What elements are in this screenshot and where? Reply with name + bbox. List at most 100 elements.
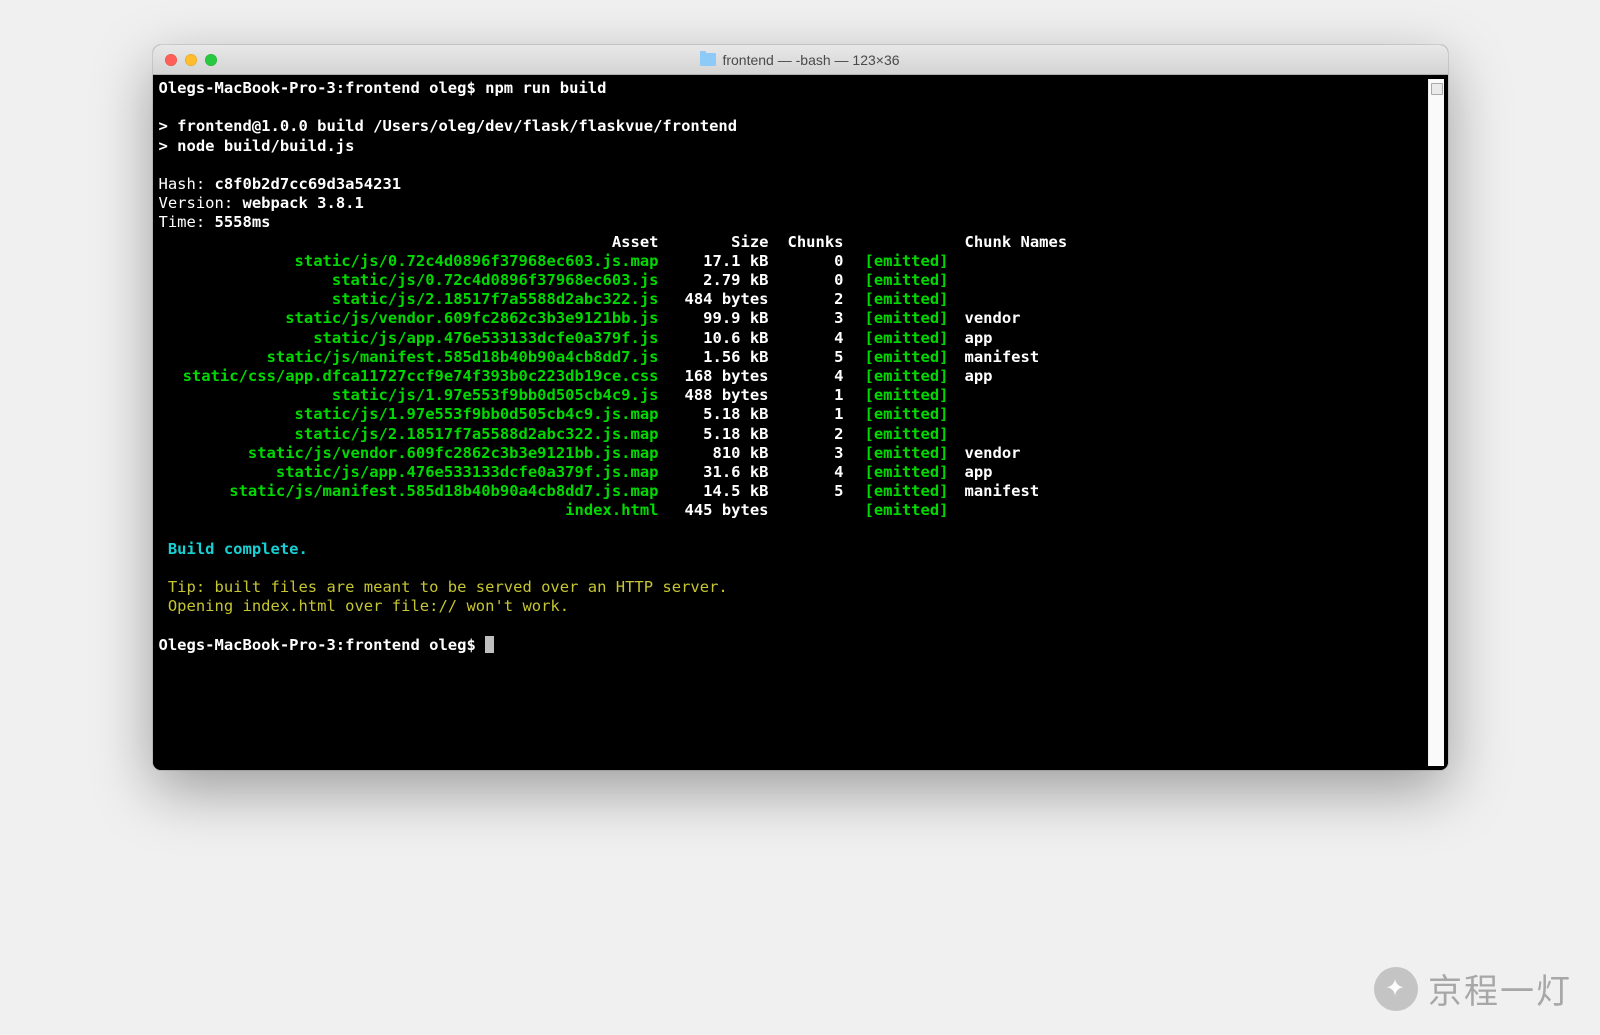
size-cell: 31.6 kB bbox=[659, 463, 769, 482]
emitted-cell: [emitted] bbox=[844, 501, 949, 520]
asset-cell: static/js/manifest.585d18b40b90a4cb8dd7.… bbox=[159, 348, 659, 367]
size-cell: 10.6 kB bbox=[659, 329, 769, 348]
watermark: ✦ 京程一灯 bbox=[1374, 964, 1572, 1013]
emitted-cell: [emitted] bbox=[844, 290, 949, 309]
version-value: webpack 3.8.1 bbox=[243, 194, 364, 212]
asset-row: static/js/0.72c4d0896f37968ec603.js2.79 … bbox=[159, 271, 1428, 290]
size-cell: 17.1 kB bbox=[659, 252, 769, 271]
tip-line: Opening index.html over file:// won't wo… bbox=[159, 597, 570, 615]
chunks-cell: 3 bbox=[769, 444, 844, 463]
terminal-body[interactable]: Olegs-MacBook-Pro-3:frontend oleg$ npm r… bbox=[153, 75, 1448, 770]
header-chunk-names: Chunk Names bbox=[949, 233, 1068, 252]
chunk-names-cell: vendor bbox=[949, 444, 1021, 463]
size-cell: 5.18 kB bbox=[659, 405, 769, 424]
asset-cell: static/js/app.476e533133dcfe0a379f.js.ma… bbox=[159, 463, 659, 482]
size-cell: 488 bytes bbox=[659, 386, 769, 405]
size-cell: 2.79 kB bbox=[659, 271, 769, 290]
asset-row: static/css/app.dfca11727ccf9e74f393b0c22… bbox=[159, 367, 1428, 386]
shell-prompt: Olegs-MacBook-Pro-3:frontend oleg$ bbox=[159, 636, 486, 654]
build-complete-msg: Build complete. bbox=[159, 540, 308, 558]
emitted-cell: [emitted] bbox=[844, 482, 949, 501]
chunk-names-cell: manifest bbox=[949, 482, 1040, 501]
cursor-icon bbox=[485, 636, 494, 653]
chunks-cell: 5 bbox=[769, 348, 844, 367]
asset-cell: static/js/1.97e553f9bb0d505cb4c9.js bbox=[159, 386, 659, 405]
terminal-window: frontend — -bash — 123×36 Olegs-MacBook-… bbox=[153, 45, 1448, 770]
chunk-names-cell: manifest bbox=[949, 348, 1040, 367]
npm-output-line: > frontend@1.0.0 build /Users/oleg/dev/f… bbox=[159, 117, 738, 135]
asset-row: index.html445 bytes [emitted] bbox=[159, 501, 1428, 520]
asset-row: static/js/0.72c4d0896f37968ec603.js.map1… bbox=[159, 252, 1428, 271]
chunk-names-cell: app bbox=[949, 329, 993, 348]
watermark-text: 京程一灯 bbox=[1428, 964, 1572, 1013]
window-title-text: frontend — -bash — 123×36 bbox=[722, 52, 899, 68]
scrollbar[interactable] bbox=[1428, 79, 1444, 766]
chunks-cell: 1 bbox=[769, 405, 844, 424]
terminal-content[interactable]: Olegs-MacBook-Pro-3:frontend oleg$ npm r… bbox=[159, 79, 1428, 766]
chunk-names-cell: app bbox=[949, 367, 993, 386]
time-value: 5558ms bbox=[215, 213, 271, 231]
header-chunks: Chunks bbox=[769, 233, 844, 252]
asset-table: static/js/0.72c4d0896f37968ec603.js.map1… bbox=[159, 252, 1428, 521]
folder-icon bbox=[700, 53, 716, 66]
asset-cell: static/js/0.72c4d0896f37968ec603.js.map bbox=[159, 252, 659, 271]
asset-row: static/js/vendor.609fc2862c3b3e9121bb.js… bbox=[159, 444, 1428, 463]
size-cell: 1.56 kB bbox=[659, 348, 769, 367]
emitted-cell: [emitted] bbox=[844, 309, 949, 328]
size-cell: 484 bytes bbox=[659, 290, 769, 309]
asset-cell: static/js/vendor.609fc2862c3b3e9121bb.js bbox=[159, 309, 659, 328]
chunk-names-cell: app bbox=[949, 463, 993, 482]
asset-cell: static/js/manifest.585d18b40b90a4cb8dd7.… bbox=[159, 482, 659, 501]
asset-cell: index.html bbox=[159, 501, 659, 520]
zoom-button[interactable] bbox=[205, 54, 217, 66]
size-cell: 445 bytes bbox=[659, 501, 769, 520]
emitted-cell: [emitted] bbox=[844, 367, 949, 386]
emitted-cell: [emitted] bbox=[844, 425, 949, 444]
asset-row: static/js/1.97e553f9bb0d505cb4c9.js.map5… bbox=[159, 405, 1428, 424]
asset-cell: static/css/app.dfca11727ccf9e74f393b0c22… bbox=[159, 367, 659, 386]
chunk-names-cell: vendor bbox=[949, 309, 1021, 328]
asset-row: static/js/2.18517f7a5588d2abc322.js484 b… bbox=[159, 290, 1428, 309]
header-asset: Asset bbox=[159, 233, 659, 252]
chunks-cell: 5 bbox=[769, 482, 844, 501]
emitted-cell: [emitted] bbox=[844, 386, 949, 405]
asset-row: static/js/manifest.585d18b40b90a4cb8dd7.… bbox=[159, 482, 1428, 501]
size-cell: 810 kB bbox=[659, 444, 769, 463]
chunks-cell: 3 bbox=[769, 309, 844, 328]
command-entered: npm run build bbox=[485, 79, 606, 97]
chunks-cell: 4 bbox=[769, 463, 844, 482]
emitted-cell: [emitted] bbox=[844, 271, 949, 290]
version-label: Version: bbox=[159, 194, 243, 212]
asset-cell: static/js/0.72c4d0896f37968ec603.js bbox=[159, 271, 659, 290]
header-size: Size bbox=[659, 233, 769, 252]
traffic-lights bbox=[165, 54, 217, 66]
size-cell: 5.18 kB bbox=[659, 425, 769, 444]
titlebar: frontend — -bash — 123×36 bbox=[153, 45, 1448, 75]
minimize-button[interactable] bbox=[185, 54, 197, 66]
npm-output-line: > node build/build.js bbox=[159, 137, 355, 155]
chunks-cell: 1 bbox=[769, 386, 844, 405]
window-title: frontend — -bash — 123×36 bbox=[153, 52, 1448, 68]
asset-row: static/js/1.97e553f9bb0d505cb4c9.js488 b… bbox=[159, 386, 1428, 405]
emitted-cell: [emitted] bbox=[844, 463, 949, 482]
asset-cell: static/js/1.97e553f9bb0d505cb4c9.js.map bbox=[159, 405, 659, 424]
asset-row: static/js/vendor.609fc2862c3b3e9121bb.js… bbox=[159, 309, 1428, 328]
hash-label: Hash: bbox=[159, 175, 215, 193]
shell-prompt: Olegs-MacBook-Pro-3:frontend oleg$ bbox=[159, 79, 486, 97]
chunks-cell: 4 bbox=[769, 329, 844, 348]
asset-row: static/js/app.476e533133dcfe0a379f.js10.… bbox=[159, 329, 1428, 348]
asset-cell: static/js/vendor.609fc2862c3b3e9121bb.js… bbox=[159, 444, 659, 463]
size-cell: 168 bytes bbox=[659, 367, 769, 386]
asset-cell: static/js/app.476e533133dcfe0a379f.js bbox=[159, 329, 659, 348]
close-button[interactable] bbox=[165, 54, 177, 66]
emitted-cell: [emitted] bbox=[844, 348, 949, 367]
chunks-cell: 4 bbox=[769, 367, 844, 386]
asset-row: static/js/2.18517f7a5588d2abc322.js.map5… bbox=[159, 425, 1428, 444]
size-cell: 99.9 kB bbox=[659, 309, 769, 328]
asset-cell: static/js/2.18517f7a5588d2abc322.js bbox=[159, 290, 659, 309]
emitted-cell: [emitted] bbox=[844, 252, 949, 271]
emitted-cell: [emitted] bbox=[844, 329, 949, 348]
emitted-cell: [emitted] bbox=[844, 405, 949, 424]
time-label: Time: bbox=[159, 213, 215, 231]
emitted-cell: [emitted] bbox=[844, 444, 949, 463]
